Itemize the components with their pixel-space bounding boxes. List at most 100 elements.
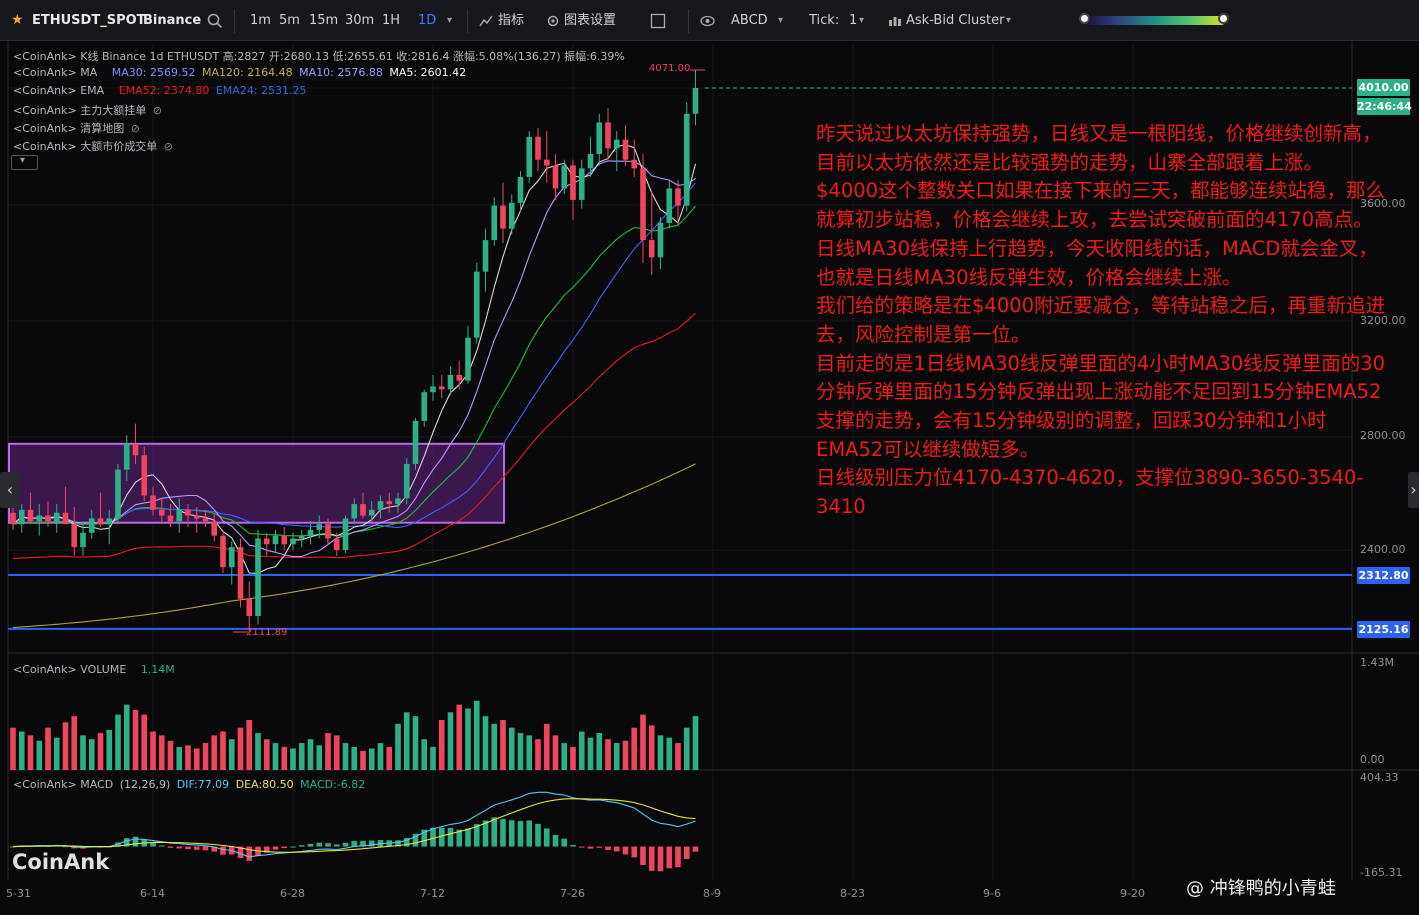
main-orders-legend: <CoinAnk> 主力大额挂单 ⊘ <box>13 102 165 118</box>
interval-30m[interactable]: 30m <box>345 0 374 41</box>
candle-body <box>517 176 524 203</box>
macd-histogram-bar <box>351 840 358 847</box>
eye-off-icon[interactable]: ⊘ <box>153 104 162 117</box>
eye-off-icon[interactable]: ⊘ <box>164 140 173 153</box>
volume-bar <box>167 740 174 770</box>
tick-value-select[interactable]: 1 <box>849 0 857 41</box>
chart-settings-button[interactable]: 图表设置 <box>564 0 616 41</box>
volume-bar <box>220 731 226 770</box>
volume-legend: <CoinAnk> VOLUME 1.14M <box>13 663 178 676</box>
eye-off-icon[interactable]: ⊘ <box>131 122 140 135</box>
drawing-pattern-select[interactable]: ABCD <box>731 0 768 41</box>
candle-body <box>53 512 60 522</box>
cluster-mode-select[interactable]: Ask-Bid Cluster <box>906 0 1004 41</box>
candle-body <box>220 535 226 568</box>
indicators-icon[interactable] <box>479 0 493 41</box>
macd-histogram-bar <box>578 846 585 848</box>
macd-histogram-bar <box>543 828 550 847</box>
candle-body <box>657 222 664 258</box>
macd-histogram-bar <box>298 845 305 847</box>
chevron-down-icon[interactable]: ▾ <box>778 0 783 41</box>
candle-body <box>631 159 638 169</box>
volume-bar <box>237 727 244 770</box>
interval-chevron-down-icon[interactable]: ▾ <box>447 0 452 41</box>
macd-histogram-bar <box>167 846 174 848</box>
volume-bar <box>666 737 673 770</box>
candle-body <box>62 512 69 525</box>
search-icon[interactable] <box>207 0 223 41</box>
symbol-name[interactable]: ETHUSDT_SPOT <box>32 0 146 41</box>
candle-body <box>412 420 419 464</box>
volume-legend-prefix: <CoinAnk> VOLUME <box>13 663 127 676</box>
eye-icon[interactable] <box>700 0 715 41</box>
slider-handle-right[interactable] <box>1218 13 1229 24</box>
volume-bar <box>675 743 681 770</box>
gear-icon[interactable] <box>546 0 560 41</box>
exchange-name[interactable]: Binance <box>143 0 201 41</box>
legend-collapse-button[interactable]: ▾ <box>11 155 38 170</box>
candle-body <box>578 168 585 200</box>
volume-bar <box>596 733 603 770</box>
candle-body <box>193 515 200 519</box>
checkbox-icon[interactable] <box>650 0 666 41</box>
macd-histogram-bar <box>683 846 690 859</box>
macd-histogram-bar <box>657 846 664 872</box>
volume-bar <box>255 733 261 770</box>
candle-body <box>298 535 305 539</box>
volume-bar <box>45 727 51 770</box>
macd-histogram-bar <box>246 846 253 861</box>
macd-histogram-bar <box>430 827 436 847</box>
price-tick: 2800.00 <box>1360 429 1406 442</box>
cluster-icon[interactable] <box>888 0 902 41</box>
ma120-value: MA120: 2164.48 <box>201 66 293 79</box>
interval-5m[interactable]: 5m <box>279 0 300 41</box>
macd-histogram-bar <box>193 846 200 850</box>
chevron-down-icon[interactable]: ▾ <box>859 0 864 41</box>
macd-axis-max: 404.33 <box>1360 771 1399 784</box>
slider-handle-left[interactable] <box>1079 13 1090 24</box>
candle-body <box>255 538 261 616</box>
date-tick: 9-6 <box>983 887 1001 900</box>
volume-bar <box>18 731 25 770</box>
scroll-right-button[interactable]: › <box>1408 472 1419 508</box>
indicators-button[interactable]: 指标 <box>498 0 524 41</box>
volume-bar <box>351 746 358 770</box>
volume-bar <box>325 733 331 770</box>
interval-1m[interactable]: 1m <box>250 0 271 41</box>
candle-body <box>237 547 244 599</box>
volume-bar <box>97 733 104 770</box>
volume-bar <box>10 727 16 770</box>
macd-histogram-bar <box>666 846 673 869</box>
volume-bar <box>465 708 471 770</box>
volume-bar <box>587 737 594 770</box>
candle-body <box>648 240 655 258</box>
candle-body <box>377 501 384 510</box>
chevron-down-icon[interactable]: ▾ <box>1006 0 1011 41</box>
candle-body <box>683 113 690 206</box>
candle-body <box>430 386 436 393</box>
volume-bar <box>316 745 323 770</box>
macd-histogram-bar <box>202 846 209 851</box>
divider <box>688 9 689 33</box>
interval-1d[interactable]: 1D <box>418 0 436 41</box>
candle-body <box>202 518 209 522</box>
price-tick: 3200.00 <box>1360 314 1406 327</box>
volume-bar <box>150 731 156 770</box>
ma-legend-prefix: <CoinAnk> MA <box>13 66 98 79</box>
interval-15m[interactable]: 15m <box>309 0 338 41</box>
candle-body <box>325 524 331 539</box>
volume-bar <box>141 714 148 770</box>
volume-bar <box>613 743 620 770</box>
ema24-value: EMA24: 2531.25 <box>215 84 307 97</box>
volume-bar <box>386 746 393 770</box>
macd-histogram-bar <box>132 836 139 847</box>
candle-body <box>263 538 270 545</box>
heatmap-color-range-slider[interactable] <box>1079 13 1229 25</box>
candle-body <box>80 532 86 548</box>
macd-histogram-bar <box>570 844 576 847</box>
interval-1h[interactable]: 1H <box>382 0 400 41</box>
macd-histogram-bar <box>158 845 165 847</box>
favorite-star-icon[interactable]: ★ <box>11 0 24 41</box>
scroll-left-button[interactable]: ‹ <box>0 472 20 508</box>
volume-bar <box>307 739 314 770</box>
